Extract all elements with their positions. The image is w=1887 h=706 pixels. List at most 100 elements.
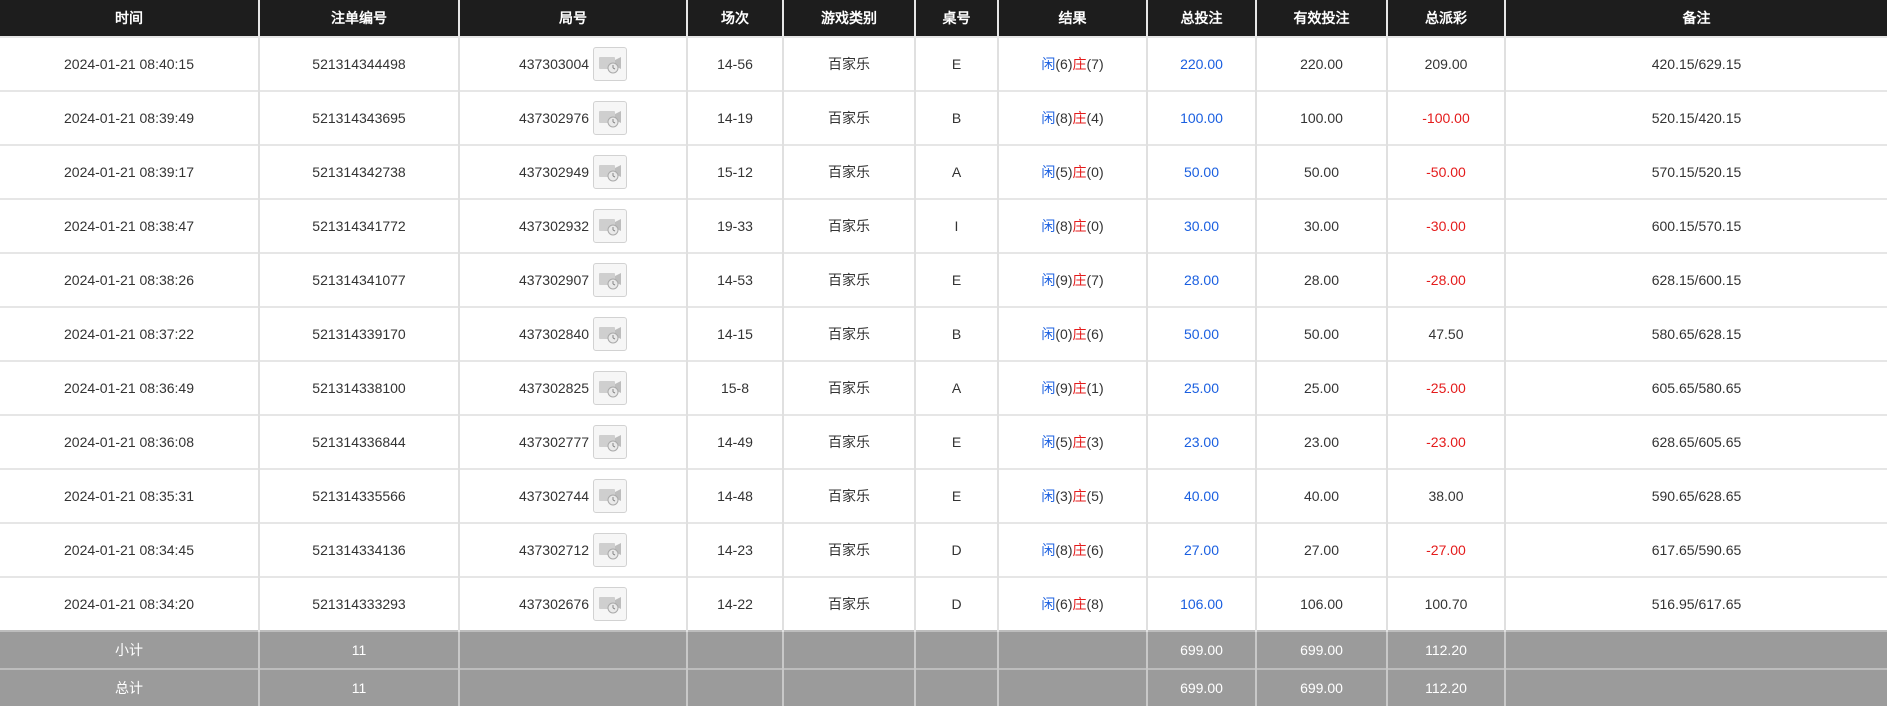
cell-session: 14-22 — [686, 576, 783, 631]
cell-round-no: 437302907 — [458, 252, 687, 307]
cell-valid-bet: 106.00 — [1255, 576, 1387, 631]
cell-table-no: I — [914, 198, 998, 253]
cell-session: 14-53 — [686, 252, 783, 307]
table-row: 2024-01-21 08:39:49 521314343695 437302976… — [0, 90, 1887, 145]
result-player-score: (5) — [1055, 164, 1073, 180]
cell-note: 605.65/580.65 — [1504, 360, 1887, 415]
cell-valid-bet: 30.00 — [1255, 198, 1387, 253]
result-banker-label: 庄 — [1072, 218, 1087, 234]
video-record-icon[interactable] — [593, 425, 628, 459]
subtotal-payout: 112.20 — [1386, 630, 1505, 669]
cell-total-bet: 50.00 — [1146, 306, 1256, 361]
result-banker-label: 庄 — [1072, 56, 1087, 72]
result-player-score: (8) — [1055, 542, 1073, 558]
cell-session: 15-12 — [686, 144, 783, 199]
cell-bet-no: 521314336844 — [258, 414, 459, 469]
result-player-label: 闲 — [1041, 542, 1056, 558]
cell-bet-no: 521314342738 — [258, 144, 459, 199]
cell-time: 2024-01-21 08:36:08 — [0, 414, 259, 469]
table-row: 2024-01-21 08:40:15 521314344498 437303004… — [0, 36, 1887, 91]
cell-game-type: 百家乐 — [782, 360, 915, 415]
table-row: 2024-01-21 08:38:47 521314341772 437302932… — [0, 198, 1887, 253]
cell-time: 2024-01-21 08:40:15 — [0, 36, 259, 91]
empty-cell — [458, 630, 687, 669]
header-game-type: 游戏类别 — [782, 0, 915, 37]
video-record-icon[interactable] — [593, 155, 628, 189]
cell-time: 2024-01-21 08:39:49 — [0, 90, 259, 145]
result-banker-label: 庄 — [1072, 326, 1087, 342]
cell-note: 570.15/520.15 — [1504, 144, 1887, 199]
result-player-score: (8) — [1055, 110, 1073, 126]
cell-game-type: 百家乐 — [782, 576, 915, 631]
cell-total-bet: 100.00 — [1146, 90, 1256, 145]
cell-table-no: E — [914, 414, 998, 469]
cell-result: 闲(9)庄(1) — [997, 360, 1147, 415]
video-record-icon[interactable] — [593, 209, 628, 243]
header-payout: 总派彩 — [1386, 0, 1505, 37]
cell-table-no: D — [914, 522, 998, 577]
header-result: 结果 — [997, 0, 1147, 37]
cell-valid-bet: 220.00 — [1255, 36, 1387, 91]
result-player-label: 闲 — [1041, 164, 1056, 180]
cell-session: 14-23 — [686, 522, 783, 577]
header-round-no: 局号 — [458, 0, 687, 37]
table-row: 2024-01-21 08:34:20 521314333293 437302676… — [0, 576, 1887, 631]
cell-table-no: B — [914, 306, 998, 361]
total-row: 总计 11 699.00 699.00 112.20 — [0, 668, 1887, 706]
result-player-label: 闲 — [1041, 56, 1056, 72]
cell-time: 2024-01-21 08:36:49 — [0, 360, 259, 415]
header-session: 场次 — [686, 0, 783, 37]
cell-game-type: 百家乐 — [782, 468, 915, 523]
cell-session: 14-19 — [686, 90, 783, 145]
cell-valid-bet: 23.00 — [1255, 414, 1387, 469]
cell-note: 600.15/570.15 — [1504, 198, 1887, 253]
cell-table-no: A — [914, 360, 998, 415]
video-record-icon[interactable] — [593, 587, 628, 621]
result-banker-score: (6) — [1086, 326, 1104, 342]
cell-table-no: E — [914, 252, 998, 307]
video-record-icon[interactable] — [593, 47, 628, 81]
video-record-icon[interactable] — [593, 479, 628, 513]
result-banker-label: 庄 — [1072, 272, 1087, 288]
video-record-icon[interactable] — [593, 371, 628, 405]
cell-round-no: 437302949 — [458, 144, 687, 199]
result-player-label: 闲 — [1041, 434, 1056, 450]
total-total-bet: 699.00 — [1146, 668, 1256, 706]
video-record-icon[interactable] — [593, 101, 628, 135]
video-record-icon[interactable] — [593, 263, 628, 297]
cell-valid-bet: 40.00 — [1255, 468, 1387, 523]
round-no-text: 437303004 — [518, 56, 590, 72]
cell-payout: -100.00 — [1386, 90, 1505, 145]
cell-round-no: 437303004 — [458, 36, 687, 91]
cell-total-bet: 220.00 — [1146, 36, 1256, 91]
empty-cell — [686, 668, 783, 706]
cell-note: 580.65/628.15 — [1504, 306, 1887, 361]
header-note: 备注 — [1504, 0, 1887, 37]
cell-note: 520.15/420.15 — [1504, 90, 1887, 145]
subtotal-count: 11 — [258, 630, 459, 669]
result-player-score: (8) — [1055, 218, 1073, 234]
result-banker-score: (8) — [1086, 596, 1104, 612]
round-no-text: 437302840 — [518, 326, 590, 342]
cell-session: 14-56 — [686, 36, 783, 91]
round-no-text: 437302932 — [518, 218, 590, 234]
total-valid-bet: 699.00 — [1255, 668, 1387, 706]
video-record-icon[interactable] — [593, 533, 628, 567]
cell-result: 闲(6)庄(8) — [997, 576, 1147, 631]
result-player-label: 闲 — [1041, 110, 1056, 126]
result-player-label: 闲 — [1041, 596, 1056, 612]
cell-total-bet: 40.00 — [1146, 468, 1256, 523]
result-banker-label: 庄 — [1072, 488, 1087, 504]
cell-result: 闲(3)庄(5) — [997, 468, 1147, 523]
table-row: 2024-01-21 08:34:45 521314334136 437302712… — [0, 522, 1887, 577]
cell-payout: -28.00 — [1386, 252, 1505, 307]
empty-cell — [997, 668, 1147, 706]
header-bet-no: 注单编号 — [258, 0, 459, 37]
result-player-label: 闲 — [1041, 380, 1056, 396]
total-count: 11 — [258, 668, 459, 706]
result-player-label: 闲 — [1041, 326, 1056, 342]
video-record-icon[interactable] — [593, 317, 628, 351]
cell-valid-bet: 50.00 — [1255, 306, 1387, 361]
cell-table-no: D — [914, 576, 998, 631]
cell-game-type: 百家乐 — [782, 306, 915, 361]
